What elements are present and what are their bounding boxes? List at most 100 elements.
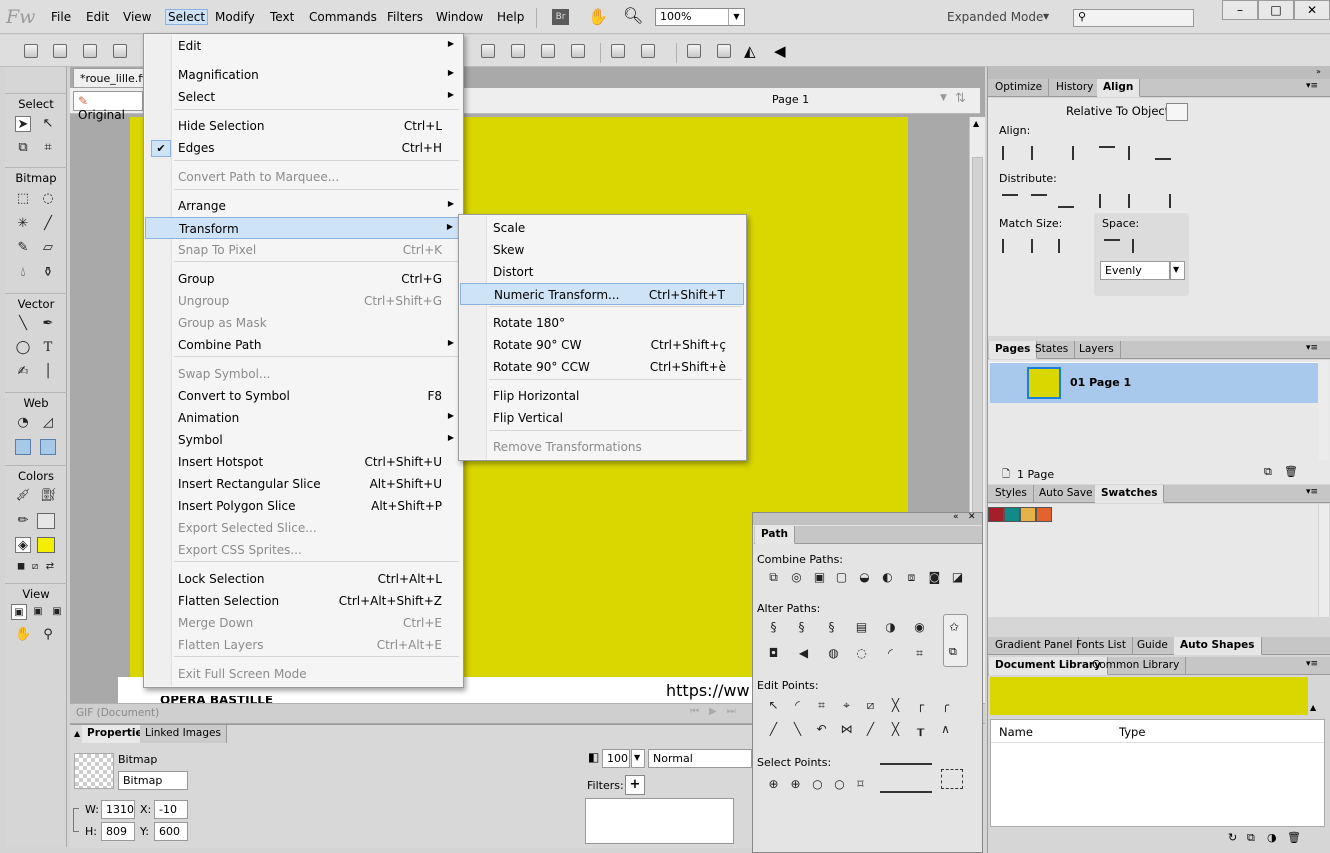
corner-icon[interactable]: ┌ [912, 697, 929, 713]
align-center-icon[interactable] [1031, 146, 1047, 160]
rotate-ccw-icon[interactable] [687, 44, 701, 58]
match-width-icon[interactable] [1002, 239, 1018, 253]
chevron-down-icon[interactable]: ▼ [631, 749, 645, 768]
x-field[interactable]: -10 [154, 800, 188, 819]
menu-item-group[interactable]: Group Ctrl+G [145, 268, 462, 290]
menu-help[interactable]: Help [497, 10, 524, 24]
expand-stroke-icon[interactable]: § [823, 619, 840, 635]
transform-item-rotate-90-ccw[interactable]: Rotate 90° CCW Ctrl+Shift+è [460, 356, 744, 378]
menu-item-symbol[interactable]: Symbol ▶ [145, 429, 462, 451]
swatch-color[interactable] [1036, 507, 1052, 522]
transform-item-flip-horizontal[interactable]: Flip Horizontal [460, 385, 744, 407]
playback-controls[interactable]: ⏮▶⏭ [690, 706, 746, 717]
align-icon[interactable] [641, 44, 655, 58]
hotspot-tool-icon[interactable]: ◔ [15, 415, 31, 431]
scroll-up-icon[interactable]: ▲ [973, 119, 979, 128]
import-icon[interactable] [113, 44, 127, 58]
join-icon[interactable]: ◎ [788, 569, 805, 585]
tab-guide[interactable]: Guide [1131, 637, 1175, 655]
bend-icon[interactable]: ◜ [882, 645, 899, 661]
simplify-icon[interactable]: § [793, 619, 810, 635]
search-input[interactable]: ⚲ [1073, 9, 1194, 27]
menu-window[interactable]: Window [436, 10, 483, 24]
knife-tool-icon[interactable]: │ [40, 364, 56, 380]
subselect-tool-icon[interactable]: ↖ [40, 116, 56, 132]
panel-menu-icon[interactable]: ▾≡ [1306, 343, 1318, 353]
swatches-scrollbar[interactable] [1319, 504, 1329, 617]
globe-icon[interactable]: ◌ [853, 645, 870, 661]
add-arrowhead-icon[interactable]: ◀ [795, 645, 812, 661]
distribute-center-icon[interactable] [1031, 194, 1047, 208]
freeform-tool-icon[interactable]: ✍ [15, 364, 31, 380]
menu-commands[interactable]: Commands [309, 10, 377, 24]
new-file-icon[interactable] [24, 44, 38, 58]
curve-icon[interactable]: ╭ [937, 697, 954, 713]
height-field[interactable]: 809 [101, 822, 135, 841]
close-icon[interactable]: ✕ [968, 512, 976, 522]
chevron-down-icon[interactable]: ▼ [1170, 261, 1185, 280]
magic-wand-icon[interactable]: ✳ [15, 216, 31, 232]
page-row[interactable]: 01 Page 1 [990, 362, 1318, 403]
scale-tool-icon[interactable]: ⧉ [15, 140, 31, 156]
fragment-icon[interactable]: ◍ [825, 645, 842, 661]
center-point-icon[interactable]: ⌖ [838, 697, 855, 713]
space-select[interactable]: Evenly [1100, 261, 1170, 280]
relative-to-object-button[interactable] [1166, 103, 1188, 121]
constrain-icon[interactable] [73, 808, 79, 832]
width-field[interactable]: 1310 [101, 800, 135, 819]
column-name[interactable]: Name [999, 725, 1033, 739]
collapse-dock-icon[interactable]: » [1316, 67, 1321, 76]
new-symbol-icon[interactable]: ⧉ [1247, 831, 1255, 845]
transform-item-scale[interactable]: Scale [460, 217, 744, 239]
tab-swatches[interactable]: Swatches [1095, 485, 1165, 503]
tab-history[interactable]: History [1050, 79, 1101, 97]
zoom-icon[interactable]: 🔍︎ [623, 6, 643, 25]
tab-common-library[interactable]: Common Library [1086, 657, 1187, 675]
select-all-points-icon[interactable]: ⊕ [765, 776, 782, 792]
hide-slices-icon[interactable] [15, 439, 31, 455]
distribute-right-icon[interactable] [1155, 194, 1171, 208]
combine-icon[interactable] [541, 44, 555, 58]
no-color-icon[interactable]: ⧄ [27, 559, 43, 575]
transform-item-skew[interactable]: Skew [460, 239, 744, 261]
match-height-icon[interactable] [1031, 239, 1047, 253]
fillet-icon[interactable]: ◘ [765, 645, 782, 661]
lasso-tool-icon[interactable]: ◌ [40, 191, 56, 207]
tab-fonts-list[interactable]: Fonts List [1070, 637, 1134, 655]
brush-tool-icon[interactable]: ╱ [40, 216, 56, 232]
intersect-icon[interactable]: ▣ [811, 569, 828, 585]
flip-horizontal-icon[interactable]: ◭ [744, 42, 756, 60]
split-icon[interactable] [571, 44, 585, 58]
transform-item-flip-vertical[interactable]: Flip Vertical [460, 407, 744, 429]
menu-select[interactable]: Select [164, 9, 209, 25]
menu-item-magnification[interactable]: Magnification ▶ [145, 64, 462, 86]
eyedropper-tool-icon[interactable]: 💉︎ [15, 488, 32, 504]
hand-tool-icon[interactable]: ✋ [15, 627, 31, 643]
menu-item-combine-path[interactable]: Combine Path ▶ [145, 334, 462, 356]
space-vertical-icon[interactable] [1104, 239, 1120, 253]
eraser-tool-icon[interactable]: ▱ [40, 240, 56, 256]
minimize-button[interactable]: – [1222, 0, 1258, 20]
object-name-field[interactable]: Bitmap [118, 771, 188, 790]
tab-layers[interactable]: Layers [1073, 341, 1121, 359]
trim-icon[interactable]: ◪ [949, 569, 966, 585]
peak-icon[interactable]: ∧ [937, 721, 954, 737]
original-view-button[interactable]: ✎ Original [73, 91, 143, 122]
transform-item-distort[interactable]: Distort [460, 261, 744, 283]
tab-auto-save[interactable]: Auto Save [1033, 485, 1100, 503]
ellipse-tool-icon[interactable]: ◯ [15, 340, 31, 356]
tab-auto-shapes[interactable]: Auto Shapes [1174, 637, 1262, 655]
menu-item-flatten-selection[interactable]: Flatten Selection Ctrl+Alt+Shift+Z [145, 590, 462, 612]
swap-colors-icon[interactable]: ⇄ [42, 559, 58, 575]
curve-point-icon[interactable]: ◜ [789, 697, 806, 713]
page-selector[interactable]: Page 1 [772, 93, 809, 106]
transform-points-icon[interactable]: ⌗ [911, 645, 928, 661]
group-icon[interactable] [481, 44, 495, 58]
menu-item-hide-selection[interactable]: Hide Selection Ctrl+L [145, 115, 462, 137]
handles-icon[interactable]: ╳ [887, 697, 904, 713]
y-field[interactable]: 600 [154, 822, 188, 841]
menu-item-edges[interactable]: ✔ Edges Ctrl+H [145, 137, 462, 159]
path-options-group[interactable]: ✩ ⧉ [943, 614, 968, 667]
pointer-tool-icon[interactable]: ➤ [15, 116, 31, 132]
fill-color-icon[interactable]: ◈ [15, 537, 31, 553]
